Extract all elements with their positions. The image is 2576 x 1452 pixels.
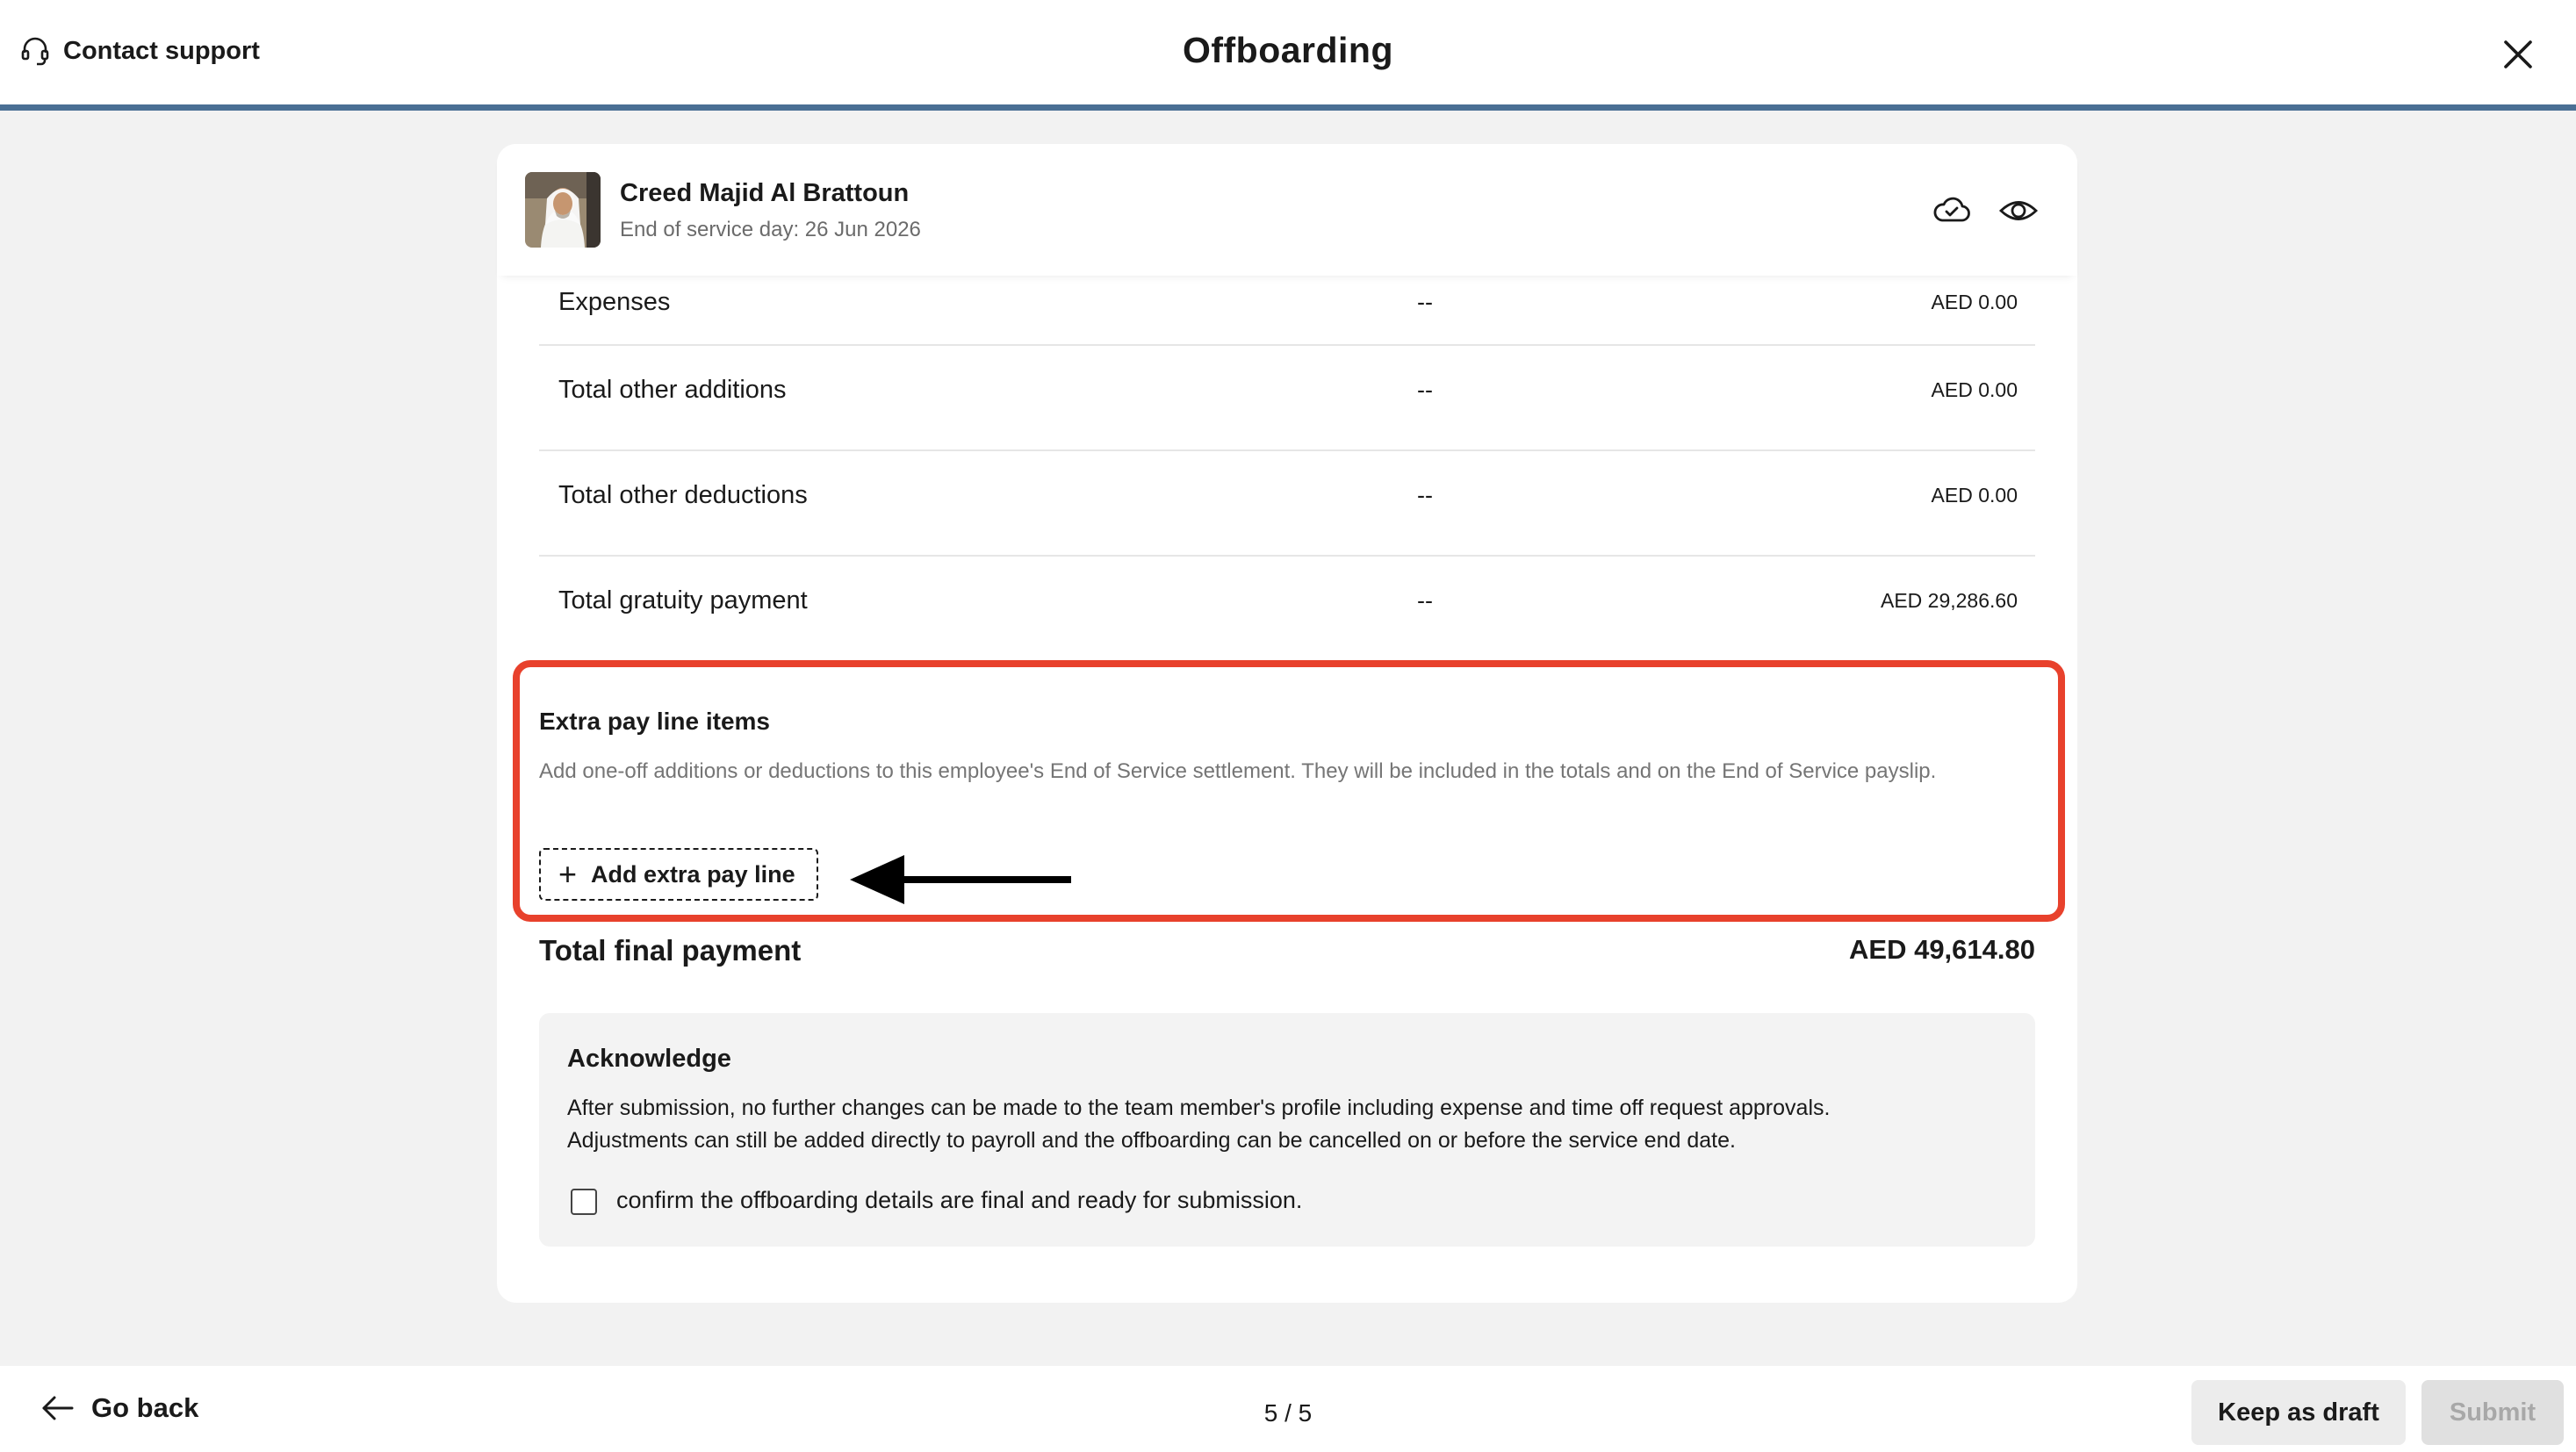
employee-header: Creed Majid Al Brattoun End of service d… (497, 144, 2077, 276)
end-of-service-date: End of service day: 26 Jun 2026 (620, 218, 921, 241)
acknowledge-text-line: After submission, no further changes can… (567, 1096, 1831, 1120)
extra-pay-description: Add one-off additions or deductions to t… (539, 759, 1937, 783)
step-pager: 5 / 5 (1263, 1399, 1313, 1427)
eye-icon[interactable] (1998, 192, 2039, 229)
acknowledge-panel: Acknowledge After submission, no further… (539, 1013, 2035, 1247)
page-title: Offboarding (1182, 30, 1394, 70)
row-mid-value: -- (1417, 289, 1433, 315)
add-extra-pay-line-button[interactable]: + Add extra pay line (539, 848, 818, 901)
acknowledge-text: After submission, no further changes can… (567, 1092, 1990, 1157)
table-row: Total gratuity payment -- AED 29,286.60 (539, 557, 2035, 662)
employee-name: Creed Majid Al Brattoun (620, 179, 910, 207)
acknowledge-title: Acknowledge (567, 1045, 731, 1073)
row-amount: AED 0.00 (1931, 484, 2018, 507)
row-amount: AED 0.00 (1931, 291, 2018, 313)
submit-button[interactable]: Submit (2421, 1380, 2564, 1445)
cloud-check-icon[interactable] (1932, 192, 1972, 229)
table-row: Total other deductions -- AED 0.00 (539, 451, 2035, 557)
row-amount: AED 0.00 (1931, 378, 2018, 401)
row-label: Total other additions (558, 376, 787, 404)
table-row: Total other additions -- AED 0.00 (539, 346, 2035, 451)
row-mid-value: -- (1417, 587, 1433, 614)
footer-bar: Go back 5 / 5 Keep as draft Submit (0, 1366, 2576, 1452)
row-label: Total gratuity payment (558, 586, 808, 615)
avatar (525, 172, 601, 248)
total-final-payment-amount: AED 49,614.80 (1849, 934, 2035, 965)
top-bar: Contact support Offboarding (0, 0, 2576, 111)
row-label: Expenses (558, 288, 671, 316)
extra-pay-title: Extra pay line items (539, 708, 771, 735)
row-label: Total other deductions (558, 481, 808, 509)
acknowledge-text-line: Adjustments can still be added directly … (567, 1128, 1736, 1153)
row-mid-value: -- (1417, 377, 1433, 403)
keep-as-draft-button[interactable]: Keep as draft (2191, 1380, 2406, 1445)
total-final-payment-label: Total final payment (539, 934, 802, 967)
annotation-arrow-icon (850, 855, 1071, 904)
add-extra-pay-line-label: Add extra pay line (591, 860, 795, 888)
row-mid-value: -- (1417, 482, 1433, 508)
confirm-checkbox[interactable] (571, 1189, 597, 1215)
table-row: Expenses -- AED 0.00 (539, 276, 2035, 346)
row-amount: AED 29,286.60 (1880, 589, 2018, 612)
summary-table: Expenses -- AED 0.00 Total other additio… (539, 276, 2035, 662)
confirm-checkbox-label[interactable]: confirm the offboarding details are fina… (616, 1187, 1302, 1214)
plus-icon: + (558, 856, 578, 892)
close-icon[interactable] (2500, 37, 2536, 72)
